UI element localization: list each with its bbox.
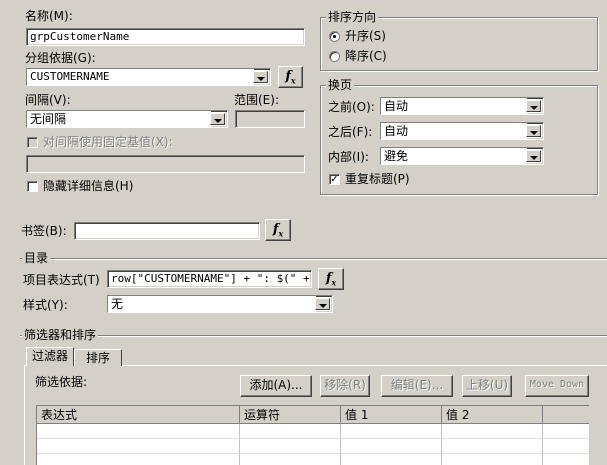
page-break-before-value: 自动 (381, 98, 527, 114)
toc-fx-button[interactable]: fx (318, 268, 344, 290)
fixed-base-label: 对间隔使用固定基值(X): (43, 135, 173, 149)
remove-filter-button: 移除(R) (320, 375, 370, 397)
group-by-select[interactable]: CUSTOMERNAME (26, 68, 271, 86)
page-break-inside-value: 避免 (381, 148, 527, 164)
page-break-before-label: 之前(O): (328, 100, 375, 114)
column-header-value1[interactable]: 值 1 (340, 406, 442, 424)
name-input[interactable]: grpCustomerName (26, 28, 305, 46)
hide-detail-checkbox[interactable] (27, 181, 38, 192)
fixed-base-input (26, 155, 305, 173)
interval-label: 间隔(V): (25, 93, 71, 107)
bookmark-input[interactable] (74, 222, 260, 240)
sort-direction-title: 排序方向 (326, 10, 379, 24)
group-by-value: CUSTOMERNAME (27, 69, 254, 85)
interval-value: 无间隔 (27, 111, 211, 127)
filter-on-label: 筛选依据: (35, 375, 88, 389)
filter-sort-title: 筛选器和排序 (22, 328, 99, 342)
sort-asc-label: 升序(S) (345, 29, 386, 43)
filter-table-header: 表达式 运算符 值 1 值 2 (37, 406, 589, 424)
filter-sort-separator (20, 335, 607, 337)
column-header-value2[interactable]: 值 2 (441, 406, 543, 424)
sort-asc-radio[interactable] (329, 31, 340, 42)
page-break-after-select[interactable]: 自动 (380, 122, 544, 140)
repeat-header-checkbox[interactable]: ✓ (329, 174, 340, 185)
page-break-after-label: 之后(F): (328, 125, 373, 139)
column-header-filler (542, 406, 589, 424)
toc-item-expression-input[interactable]: row["CUSTOMERNAME"] + ": $(" + row (107, 270, 312, 288)
add-filter-button[interactable]: 添加(A)... (240, 375, 312, 397)
column-header-operator[interactable]: 运算符 (239, 406, 341, 424)
chevron-down-icon[interactable] (253, 71, 268, 83)
interval-select[interactable]: 无间隔 (26, 110, 228, 128)
move-up-button: 上移(U) (462, 375, 512, 397)
toc-style-label: 样式(Y): (23, 298, 68, 312)
column-header-expression[interactable]: 表达式 (37, 406, 240, 424)
page-break-before-select[interactable]: 自动 (380, 97, 544, 115)
table-row (37, 438, 589, 454)
bookmark-label: 书签(B): (21, 224, 67, 238)
page-break-title: 换页 (326, 78, 355, 92)
chevron-down-icon[interactable] (210, 113, 225, 125)
toc-separator (20, 258, 607, 260)
filter-table-container[interactable]: 表达式 运算符 值 1 值 2 (36, 405, 589, 465)
page-break-after-value: 自动 (381, 123, 527, 139)
chevron-down-icon[interactable] (526, 125, 541, 137)
move-down-button: Move Down (525, 375, 589, 397)
hide-detail-label: 隐藏详细信息(H) (43, 179, 134, 193)
function-builder-icon: fx (272, 222, 284, 239)
tab-filter[interactable]: 过滤器 (26, 347, 74, 366)
bookmark-fx-button[interactable]: fx (265, 219, 291, 241)
tab-sort[interactable]: 排序 (74, 349, 122, 366)
sort-desc-label: 降序(C) (345, 49, 387, 63)
group-by-fx-button[interactable]: fx (278, 66, 303, 88)
repeat-header-label: 重复标题(P) (345, 172, 410, 186)
table-row (37, 423, 589, 439)
toc-style-value: 无 (108, 296, 316, 312)
filter-table: 表达式 运算符 值 1 值 2 (37, 406, 589, 465)
sort-desc-radio[interactable] (329, 51, 340, 62)
page-break-inside-label: 内部(I): (328, 150, 369, 164)
range-input (235, 110, 305, 128)
checkmark-icon: ✓ (330, 174, 339, 185)
fixed-base-checkbox (27, 137, 38, 148)
page-break-inside-select[interactable]: 避免 (380, 147, 544, 165)
table-row (37, 453, 589, 465)
chevron-down-icon[interactable] (526, 150, 541, 162)
edit-filter-button: 编辑(E)... (381, 375, 453, 397)
chevron-down-icon[interactable] (315, 298, 330, 310)
function-builder-icon: fx (325, 271, 337, 288)
group-by-label: 分组依据(G): (25, 51, 96, 65)
toc-title: 目录 (22, 251, 51, 265)
chevron-down-icon[interactable] (526, 100, 541, 112)
function-builder-icon: fx (285, 69, 296, 86)
toc-style-select[interactable]: 无 (107, 295, 333, 313)
range-label: 范围(E): (234, 93, 279, 107)
toc-item-expression-label: 项目表达式(T) (23, 273, 100, 287)
name-label: 名称(M): (25, 9, 73, 23)
